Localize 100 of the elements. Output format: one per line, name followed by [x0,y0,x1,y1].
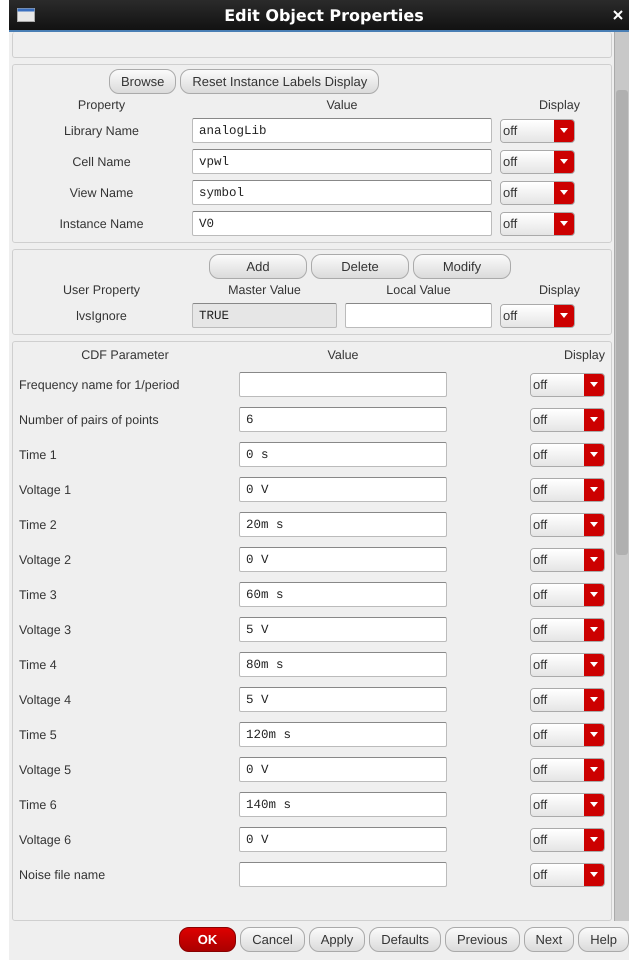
property-label: Library Name [62,124,140,138]
value-field[interactable]: V0 [192,211,492,236]
column-header: Display [538,98,580,112]
toolbar-button[interactable]: Browse [109,69,176,94]
caret-icon [590,802,598,807]
column-header: Master Value [227,283,302,297]
parameter-label: Voltage 6 [19,832,72,846]
property-label: Cell Name [71,154,132,168]
caret-icon [590,522,598,527]
value-field[interactable]: 120m s [239,722,447,747]
caret-icon [590,767,598,772]
parameter-label: Voltage 3 [19,622,72,636]
parameter-label: Time 5 [19,728,58,742]
display-dropdown[interactable]: off [500,212,575,236]
parameter-label: Voltage 2 [19,552,72,566]
property-label: View Name [68,186,134,200]
value-field[interactable]: 0 V [239,547,447,572]
caret-icon [590,557,598,562]
display-dropdown[interactable]: off [530,652,605,676]
local-value-field[interactable] [345,303,492,328]
caret-icon [590,872,598,877]
parameter-label: Time 2 [19,518,58,532]
display-dropdown[interactable]: off [530,478,605,502]
master-value-field[interactable]: TRUE [192,303,337,328]
parameter-label: Time 4 [19,658,58,672]
scrollbar[interactable] [614,32,629,921]
caret-icon [560,159,568,164]
value-field[interactable]: 60m s [239,582,447,607]
display-dropdown[interactable]: off [530,548,605,572]
parameter-label: Noise file name [19,868,106,882]
display-dropdown[interactable]: off [530,688,605,712]
caret-icon [590,837,598,842]
dialog-button[interactable]: Previous [444,927,520,952]
display-dropdown[interactable]: off [530,442,605,466]
caret-icon [590,732,598,737]
value-field[interactable]: 20m s [239,512,447,537]
display-dropdown[interactable]: off [530,758,605,782]
value-field[interactable]: vpwl [192,149,492,174]
dialog-button[interactable]: Cancel [240,927,305,952]
value-field[interactable]: 0 V [239,757,447,782]
column-header: Display [538,283,580,297]
parameter-label: Frequency name for 1/period [19,378,181,392]
value-field[interactable]: analogLib [192,118,492,143]
value-field[interactable]: symbol [192,180,492,205]
property-label: Instance Name [58,216,145,230]
property-label: lvsIgnore [75,308,128,322]
display-dropdown[interactable]: off [530,408,605,432]
parameter-label: Time 3 [19,588,58,602]
dialog-button[interactable]: Apply [308,927,366,952]
value-field[interactable]: 140m s [239,792,447,817]
parameter-label: Time 6 [19,798,58,812]
value-field[interactable]: 0 V [239,477,447,502]
display-dropdown[interactable]: off [530,582,605,606]
window-icon [17,8,35,22]
value-field[interactable] [239,862,447,887]
value-field[interactable]: 6 [239,407,447,432]
dialog-button[interactable]: Next [524,927,574,952]
column-header: User Property [62,283,142,297]
caret-icon [590,662,598,667]
caret-icon [590,592,598,597]
column-header: Display [563,348,605,362]
display-dropdown[interactable]: off [530,618,605,642]
parameter-label: Number of pairs of points [19,412,160,426]
caret-icon [590,627,598,632]
value-field[interactable]: 5 V [239,687,447,712]
display-dropdown[interactable]: off [530,828,605,852]
value-field[interactable]: 0 s [239,442,447,467]
display-dropdown[interactable]: off [530,722,605,746]
caret-icon [560,190,568,195]
ok-button[interactable]: OK [178,927,236,952]
display-dropdown[interactable]: off [530,792,605,816]
toolbar-button[interactable]: Add [209,254,307,279]
caret-icon [590,452,598,457]
caret-icon [590,382,598,387]
display-dropdown[interactable]: off [530,372,605,396]
caret-icon [560,313,568,318]
display-dropdown[interactable]: off [500,150,575,174]
display-dropdown[interactable]: off [530,862,605,886]
toolbar-button[interactable]: Reset Instance Labels Display [180,69,380,94]
display-dropdown[interactable]: off [530,512,605,536]
dialog-button[interactable]: Help [578,927,629,952]
value-field[interactable] [239,372,447,397]
toolbar-button[interactable]: Modify [413,254,511,279]
caret-icon [590,417,598,422]
value-field[interactable]: 5 V [239,617,447,642]
parameter-label: Voltage 5 [19,762,72,776]
column-header: Value [325,98,359,112]
column-header: Local Value [385,283,452,297]
column-header: Property [76,98,126,112]
caret-icon [590,697,598,702]
column-header: CDF Parameter [80,348,170,362]
value-field[interactable]: 0 V [239,827,447,852]
caret-icon [560,221,568,226]
value-field[interactable]: 80m s [239,652,447,677]
dialog-button[interactable]: Defaults [369,927,441,952]
toolbar-button[interactable]: Delete [311,254,409,279]
display-dropdown[interactable]: off [500,180,575,204]
display-dropdown[interactable]: off [500,304,575,328]
display-dropdown[interactable]: off [500,118,575,142]
close-icon[interactable] [613,10,623,20]
